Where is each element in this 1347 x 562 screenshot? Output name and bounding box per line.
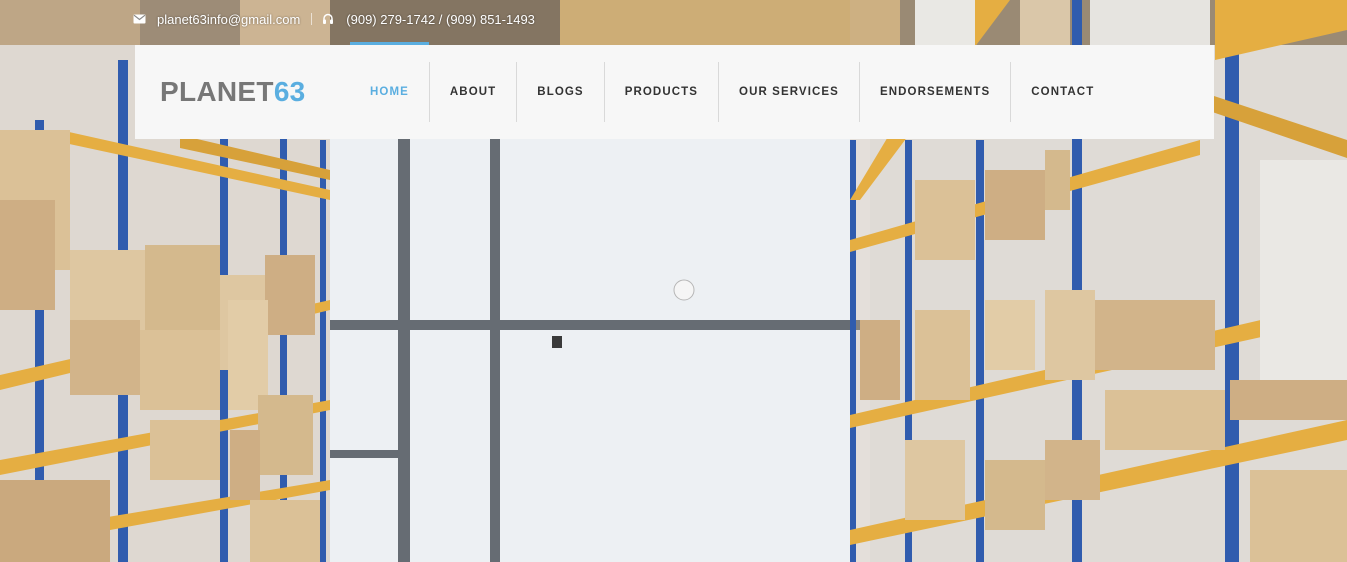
logo-accent-text: 63 <box>273 76 306 107</box>
phone-contact[interactable]: (909) 279-1742 / (909) 851-1493 <box>322 12 535 27</box>
logo-text: PLANET <box>160 76 274 107</box>
site-logo[interactable]: PLANET63 <box>160 76 306 108</box>
contact-bar: planet63info@gmail.com (909) 279-1742 / … <box>133 10 535 28</box>
nav-blogs[interactable]: BLOGS <box>517 45 603 139</box>
main-navbar: PLANET63 HOME ABOUT BLOGS PRODUCTS OUR S… <box>135 42 1214 139</box>
nav-home[interactable]: HOME <box>350 42 429 139</box>
phone-numbers[interactable]: (909) 279-1742 / (909) 851-1493 <box>346 12 535 27</box>
headset-icon <box>323 13 334 24</box>
nav-our-services[interactable]: OUR SERVICES <box>719 45 859 139</box>
contact-separator <box>311 13 313 25</box>
nav-products[interactable]: PRODUCTS <box>605 45 718 139</box>
envelope-icon <box>133 14 146 24</box>
nav-endorsements[interactable]: ENDORSEMENTS <box>860 45 1010 139</box>
nav-contact[interactable]: CONTACT <box>1011 45 1114 139</box>
email-address[interactable]: planet63info@gmail.com <box>157 12 300 27</box>
nav-about[interactable]: ABOUT <box>430 45 516 139</box>
primary-nav: HOME ABOUT BLOGS PRODUCTS OUR SERVICES E… <box>350 42 1114 139</box>
email-contact[interactable]: planet63info@gmail.com <box>133 12 300 27</box>
